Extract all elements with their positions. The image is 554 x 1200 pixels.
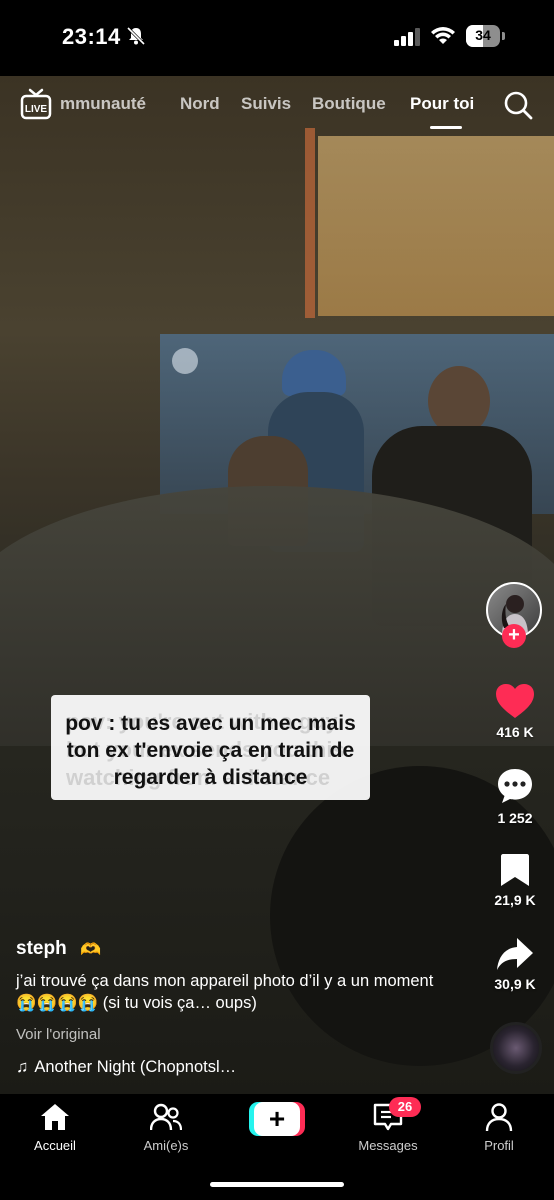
video-lamp [172, 348, 198, 374]
tab-profile[interactable]: Profil [451, 1102, 547, 1153]
battery-percent: 34 [475, 27, 491, 43]
follow-button[interactable]: + [502, 624, 526, 648]
music-title: Another Night (Chopnotsl… [34, 1058, 237, 1076]
friends-icon [150, 1103, 182, 1131]
music-track[interactable]: ♫ Another Night (Chopnotsl… [16, 1058, 236, 1077]
create-plus-icon: + [254, 1102, 300, 1136]
tab-suivis[interactable]: Suivis [241, 94, 291, 114]
video-caption-text: pov : tu es avec un mec mais ton ex t'en… [65, 712, 356, 789]
comment-action[interactable]: 1 252 [484, 766, 546, 826]
bookmark-icon [501, 854, 529, 886]
tab-profile-label: Profil [484, 1138, 514, 1153]
post-description: j’ai trouvé ça dans mon appareil photo d… [16, 972, 434, 1012]
comment-icon [498, 769, 532, 803]
status-bar: 23:14 34 [0, 0, 554, 76]
tab-inbox[interactable]: Messages [340, 1102, 436, 1153]
live-label: LIVE [25, 104, 48, 115]
create-button[interactable]: + [249, 1102, 305, 1136]
tab-boutique[interactable]: Boutique [312, 94, 386, 114]
tab-friends-label: Ami(e)s [143, 1138, 189, 1153]
see-original-link[interactable]: Voir l'original [16, 1026, 101, 1043]
heart-hands-emoji: 🫶 [80, 940, 102, 959]
tab-pour-toi[interactable]: Pour toi [410, 94, 474, 114]
tab-friends[interactable]: Ami(e)s [118, 1102, 214, 1153]
tab-home-label: Accueil [34, 1138, 76, 1153]
cellular-signal-icon [394, 28, 420, 46]
battery-tip [502, 32, 505, 40]
share-count: 30,9 K [494, 976, 536, 992]
like-count: 416 K [496, 724, 534, 740]
bell-muted-icon [126, 26, 146, 46]
tab-communaute[interactable]: mmunauté [60, 94, 146, 114]
battery-indicator: 34 [466, 25, 506, 47]
tab-home[interactable]: Accueil [7, 1102, 103, 1153]
video-shop-sign [318, 136, 554, 316]
music-disc[interactable] [490, 1022, 542, 1074]
share-icon [497, 938, 533, 970]
like-action[interactable]: 416 K [484, 682, 546, 740]
inbox-badge: 26 [389, 1097, 421, 1117]
search-icon[interactable] [503, 90, 533, 120]
save-action[interactable]: 21,9 K [484, 852, 546, 908]
status-time: 23:14 [62, 24, 121, 49]
creator-username[interactable]: steph [16, 938, 67, 960]
profile-icon [485, 1103, 513, 1132]
wifi-icon [431, 27, 455, 44]
share-action[interactable]: 30,9 K [484, 936, 546, 992]
music-note-icon: ♫ [16, 1058, 29, 1076]
tab-nord[interactable]: Nord [180, 94, 220, 114]
top-navigation: LIVE mmunauté Nord Suivis Boutique Pour … [0, 84, 554, 129]
home-icon [41, 1104, 69, 1130]
home-indicator [210, 1182, 344, 1187]
live-icon[interactable]: LIVE [20, 88, 52, 122]
heart-icon [496, 684, 534, 718]
tiktok-screen: 23:14 34 LIVE mmunauté Nord Suivis Bouti… [0, 0, 554, 1200]
save-count: 21,9 K [494, 892, 536, 908]
tab-inbox-label: Messages [358, 1138, 418, 1153]
video-sign-frame [305, 128, 315, 318]
feed-tabs: mmunauté Nord Suivis Boutique Pour toi [60, 94, 480, 124]
comment-count: 1 252 [497, 810, 533, 826]
active-tab-indicator [430, 126, 462, 129]
